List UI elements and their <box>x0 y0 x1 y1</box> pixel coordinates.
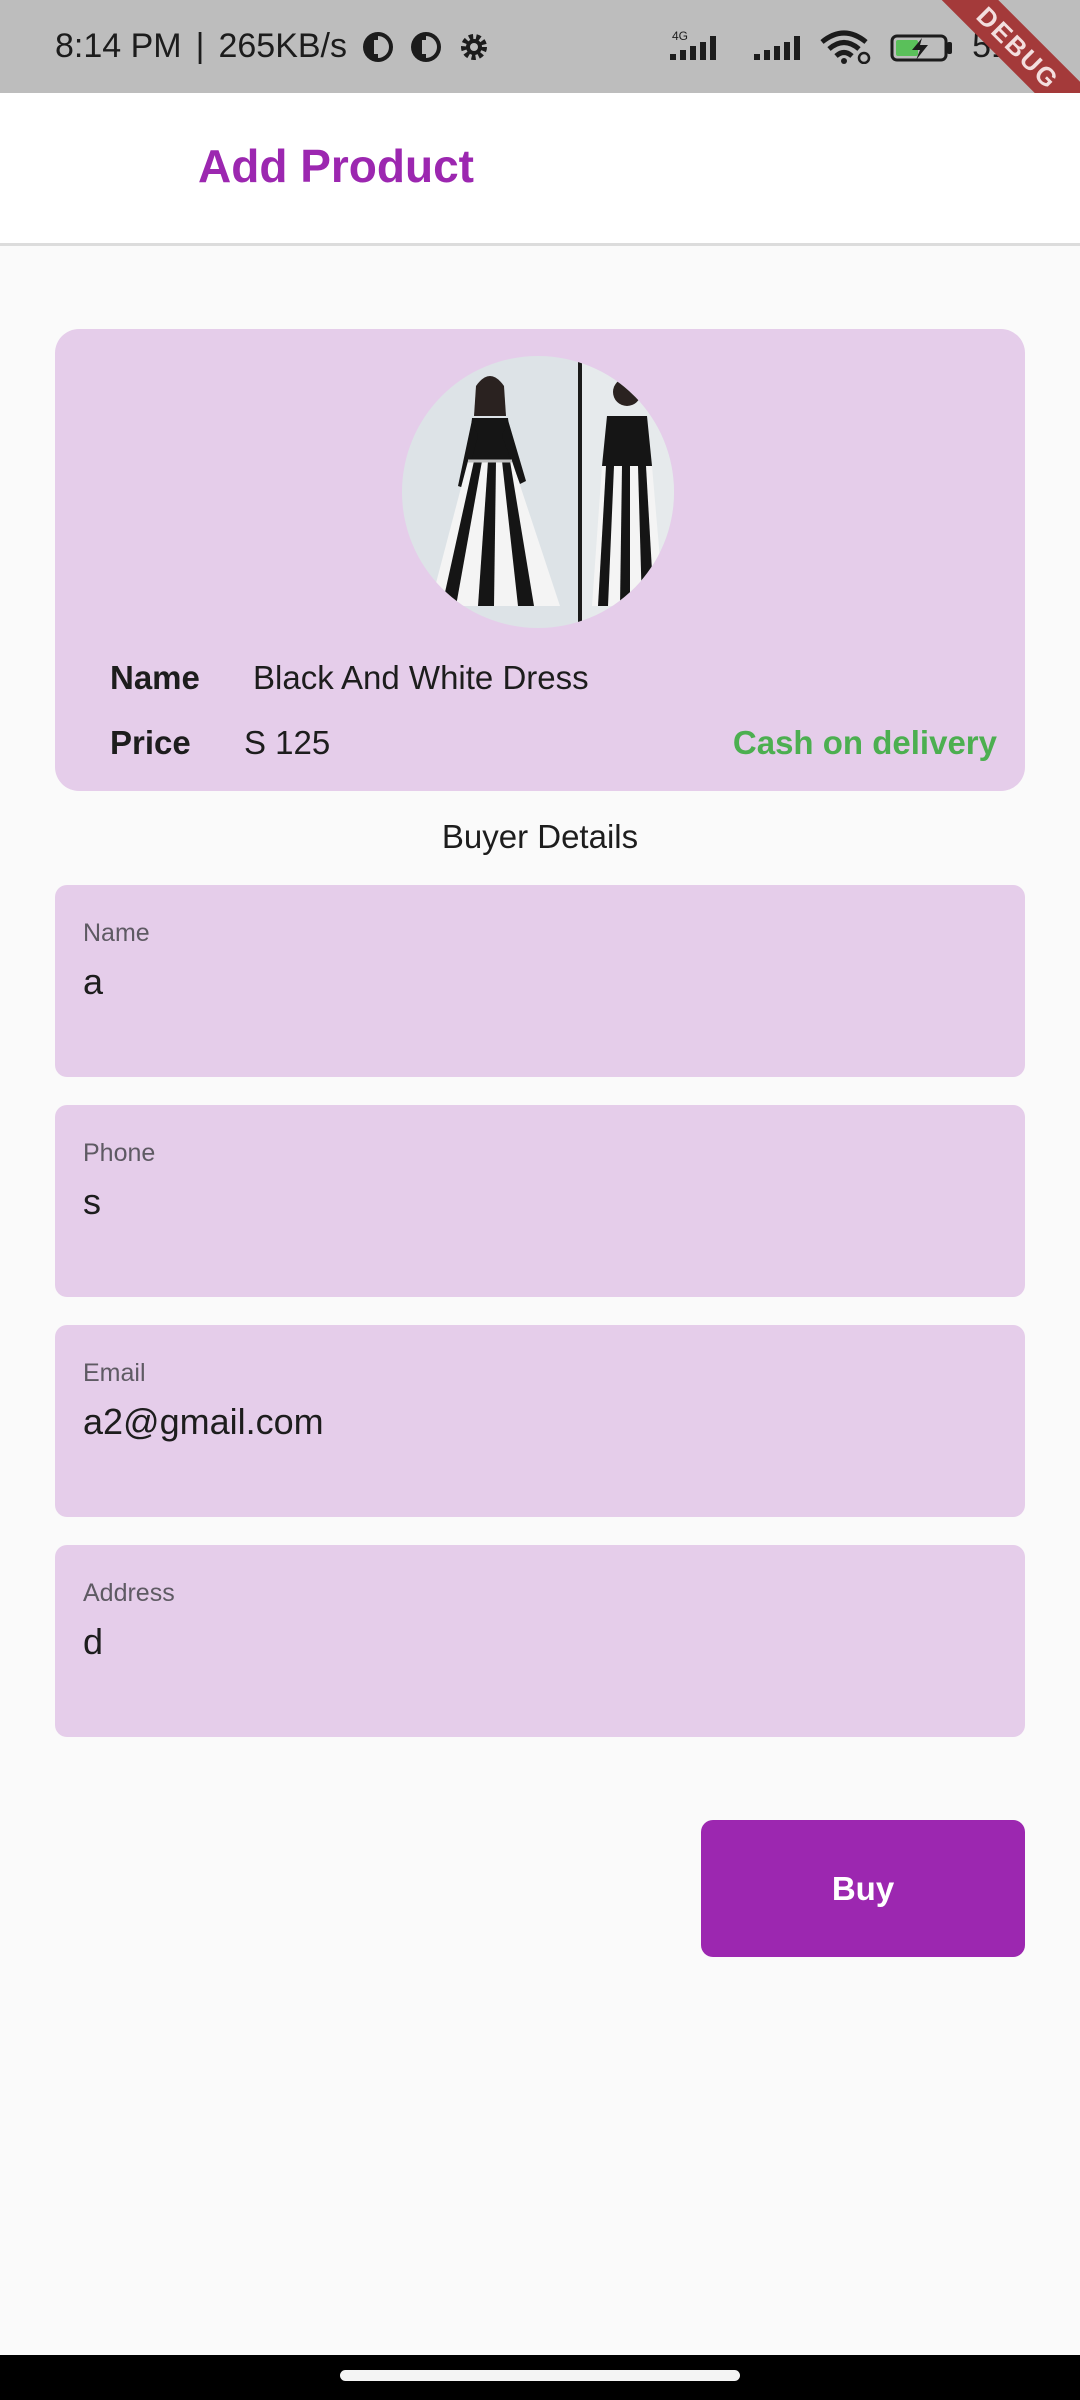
buyer-address-field[interactable]: Address d <box>55 1545 1025 1737</box>
status-separator: | <box>195 27 205 65</box>
app-bar: Add Product <box>0 93 1080 246</box>
payment-method: Cash on delivery <box>732 724 997 761</box>
page-title: Add Product <box>198 140 474 192</box>
buyer-name-field[interactable]: Name a <box>55 885 1025 1077</box>
field-value[interactable]: a2@gmail.com <box>83 1401 324 1443</box>
product-card: Name Black And White Dress Price S 125 C… <box>55 329 1025 791</box>
buy-button[interactable]: Buy <box>701 1820 1025 1957</box>
field-label: Name <box>83 919 150 947</box>
settings-gear-icon <box>461 33 487 60</box>
product-name-label: Name <box>110 659 200 696</box>
screen: 8:14 PM | 265KB/s 4G DEBUG Add Product N… <box>0 0 1080 2400</box>
status-left: 8:14 PM | 265KB/s <box>55 0 491 93</box>
cellular-4g-signal-icon: 4G <box>670 30 717 60</box>
status-time: 8:14 PM <box>55 27 182 65</box>
field-label: Phone <box>83 1139 156 1167</box>
notification-app-icon <box>363 31 393 62</box>
home-indicator[interactable] <box>340 2370 740 2381</box>
cellular-signal-icon <box>754 35 801 60</box>
product-image[interactable] <box>402 356 674 628</box>
field-label: Email <box>83 1359 146 1387</box>
field-value[interactable]: d <box>83 1621 103 1663</box>
notification-app-icon-2 <box>411 31 441 62</box>
dress-photo-icon <box>402 356 674 628</box>
system-navigation-bar <box>0 2355 1080 2400</box>
product-name-value: Black And White Dress <box>253 659 589 696</box>
status-bar: 8:14 PM | 265KB/s 4G DEBUG <box>0 0 1080 93</box>
product-price-value: S 125 <box>244 724 331 761</box>
field-value[interactable]: s <box>83 1181 101 1223</box>
buyer-email-field[interactable]: Email a2@gmail.com <box>55 1325 1025 1517</box>
network-type-text: 4G <box>672 30 688 43</box>
product-price-label: Price <box>110 724 191 761</box>
field-label: Address <box>83 1579 175 1607</box>
buyer-details-heading: Buyer Details <box>441 818 639 855</box>
field-value[interactable]: a <box>83 961 103 1003</box>
wifi-icon <box>820 30 871 64</box>
buyer-phone-field[interactable]: Phone s <box>55 1105 1025 1297</box>
battery-charging-icon <box>890 34 953 61</box>
status-speed: 265KB/s <box>218 27 347 65</box>
